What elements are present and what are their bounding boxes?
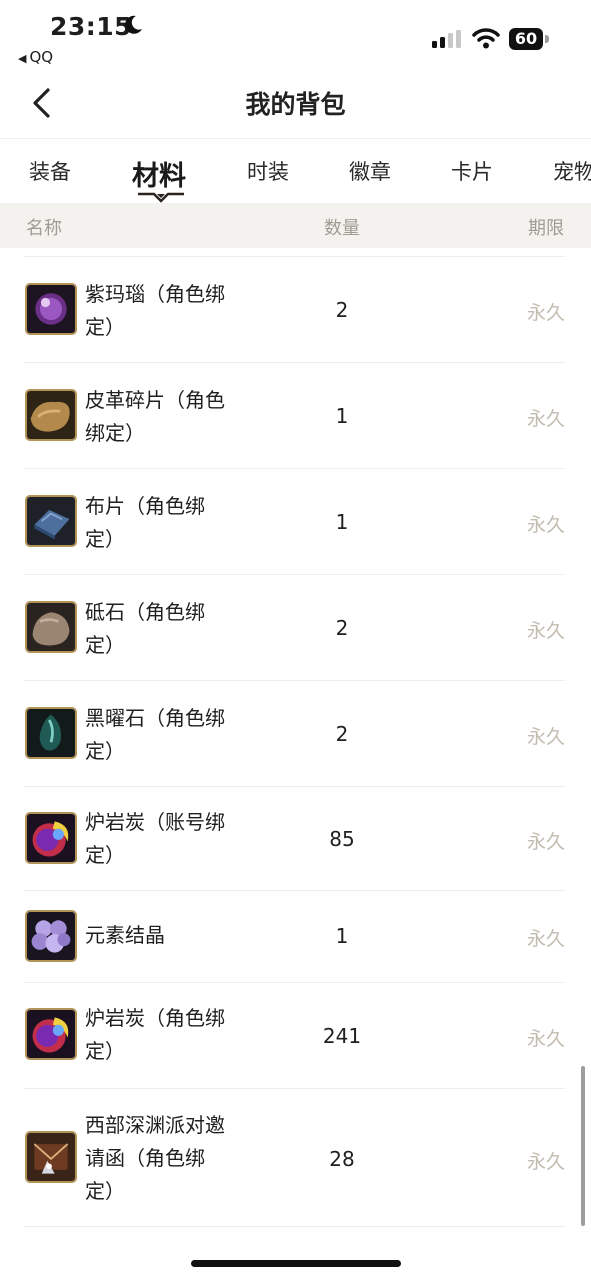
item-quantity: 2 <box>335 722 349 746</box>
item-name: 紫玛瑙（角色绑定） <box>85 282 225 339</box>
item-name: 西部深渊派对邀请函（角色绑定） <box>85 1113 225 1203</box>
element-crystal-icon <box>25 910 77 962</box>
leather-scrap-icon <box>25 389 77 441</box>
item-name: 砥石（角色绑定） <box>85 600 205 657</box>
item-name: 黑曜石（角色绑定） <box>85 706 225 763</box>
battery-level: 60 <box>509 28 543 50</box>
table-row[interactable]: 西部深渊派对邀请函（角色绑定） 28 永久 <box>0 1088 591 1226</box>
purple-agate-icon <box>25 283 77 335</box>
row-divider <box>24 1226 565 1227</box>
active-tab-indicator <box>138 192 184 203</box>
header-name: 名称 <box>26 218 62 239</box>
obsidian-icon <box>25 707 77 759</box>
tab-pets[interactable]: 宠物 <box>553 156 591 186</box>
item-quantity: 2 <box>335 298 349 322</box>
tab-materials[interactable]: 材料 <box>132 154 186 193</box>
furnace-coal-icon <box>25 812 77 864</box>
back-app-label: QQ <box>29 48 54 66</box>
tab-equipment[interactable]: 装备 <box>29 156 71 186</box>
item-name: 炉岩炭（账号绑定） <box>85 810 225 867</box>
item-expiry: 永久 <box>526 620 565 642</box>
moon-icon <box>125 15 142 34</box>
status-time: 23:15 <box>50 12 133 41</box>
item-quantity: 1 <box>335 924 349 948</box>
cloth-piece-icon <box>25 495 77 547</box>
back-triangle-icon: ◀ <box>18 52 27 65</box>
table-row[interactable]: 炉岩炭（角色绑定） 241 永久 <box>0 982 591 1088</box>
table-row[interactable]: 炉岩炭（账号绑定） 85 永久 <box>0 786 591 890</box>
home-indicator[interactable] <box>191 1260 401 1267</box>
back-to-app-link[interactable]: ◀ QQ <box>18 48 53 66</box>
signal-icon <box>432 30 461 48</box>
item-name: 皮革碎片（角色绑定） <box>85 388 225 445</box>
tab-cards[interactable]: 卡片 <box>451 156 493 186</box>
table-row[interactable]: 皮革碎片（角色绑定） 1 永久 <box>0 362 591 468</box>
header-quantity: 数量 <box>324 218 360 239</box>
item-quantity: 1 <box>335 404 349 428</box>
item-quantity: 28 <box>329 1147 355 1171</box>
status-bar: 23:15 ◀ QQ 60 <box>0 0 591 72</box>
table-header: 名称 数量 期限 <box>0 203 591 248</box>
item-expiry: 永久 <box>526 928 565 950</box>
table-row[interactable]: 黑曜石（角色绑定） 2 永久 <box>0 680 591 786</box>
item-name: 炉岩炭（角色绑定） <box>85 1006 225 1063</box>
navigation-bar: 我的背包 <box>0 72 591 139</box>
table-row[interactable]: 布片（角色绑定） 1 永久 <box>0 468 591 574</box>
invitation-icon <box>25 1131 77 1183</box>
table-row[interactable]: 紫玛瑙（角色绑定） 2 永久 <box>0 256 591 362</box>
battery-tip <box>545 35 549 43</box>
item-expiry: 永久 <box>526 302 565 324</box>
wifi-icon <box>472 28 500 49</box>
item-expiry: 永久 <box>526 514 565 536</box>
tab-fashion[interactable]: 时装 <box>247 156 289 186</box>
category-tabs: 装备 材料 时装 徽章 卡片 宠物 <box>0 140 591 202</box>
item-quantity: 1 <box>335 510 349 534</box>
item-expiry: 永久 <box>526 1028 565 1050</box>
item-name: 元素结晶 <box>85 923 165 947</box>
table-row[interactable]: 砥石（角色绑定） 2 永久 <box>0 574 591 680</box>
item-expiry: 永久 <box>526 831 565 853</box>
item-expiry: 永久 <box>526 408 565 430</box>
table-row[interactable]: 元素结晶 1 永久 <box>0 890 591 982</box>
tab-badges[interactable]: 徽章 <box>349 156 391 186</box>
item-name: 布片（角色绑定） <box>85 494 205 551</box>
furnace-coal-icon <box>25 1008 77 1060</box>
item-expiry: 永久 <box>526 726 565 748</box>
scrollbar[interactable] <box>581 1066 585 1226</box>
header-expiry: 期限 <box>528 218 564 239</box>
whetstone-icon <box>25 601 77 653</box>
page-title: 我的背包 <box>245 90 346 119</box>
item-expiry: 永久 <box>526 1151 565 1173</box>
item-quantity: 85 <box>329 827 355 851</box>
item-quantity: 2 <box>335 616 349 640</box>
item-quantity: 241 <box>322 1024 362 1048</box>
